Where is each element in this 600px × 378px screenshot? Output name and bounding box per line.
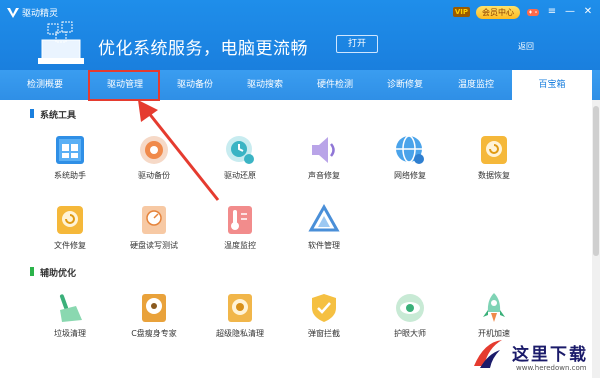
watermark-url: www.heredown.com [516,364,587,372]
tab-driver-backup[interactable]: 驱动备份 [160,70,230,100]
tool-driver-backup[interactable]: 驱动备份 [118,132,190,181]
tool-junk-clean[interactable]: 垃圾清理 [34,290,106,339]
tool-label: 弹窗拦截 [308,329,340,338]
section-marker [30,267,34,276]
section-marker [30,109,34,118]
tool-label: 软件管理 [308,241,340,250]
hero-slogan: 优化系统服务，电脑更流畅 [98,39,308,59]
tool-software-manager[interactable]: 软件管理 [288,202,360,251]
tool-privacy-clean[interactable]: 超级隐私清理 [204,290,276,339]
popup-block-icon [312,294,336,322]
tab-diagnose-repair[interactable]: 诊断修复 [370,70,440,100]
top-right-controls: VIP 会员中心 ≡ — ✕ [452,3,600,21]
tool-data-recovery[interactable]: 数据恢复 [458,132,530,181]
network-repair-icon [396,135,424,164]
vip-badge: VIP [452,7,470,17]
back-link[interactable]: 返回 [518,41,534,52]
tab-overview[interactable]: 检测概要 [0,70,90,100]
minimize-icon[interactable]: — [564,6,576,18]
section-title-system-tools: 系统工具 [40,111,77,121]
broom-icon [59,294,82,322]
member-center-button[interactable]: 会员中心 [476,5,520,19]
app-logo-icon [7,8,19,18]
tool-c-drive-slim[interactable]: C盘瘦身专家 [118,290,190,339]
tool-temperature[interactable]: 温度监控 [204,202,276,251]
tab-temperature[interactable]: 温度监控 [440,70,512,100]
tool-sound-repair[interactable]: 声音修复 [288,132,360,181]
tool-driver-restore[interactable]: 驱动还原 [204,132,276,181]
tool-label: 驱动备份 [138,171,170,180]
c-drive-slim-icon [142,294,166,322]
tool-label: 系统助手 [54,171,86,180]
tool-label: 文件修复 [54,241,86,250]
highlight-box [88,70,160,101]
tool-boot-speedup[interactable]: 开机加速 [458,290,530,339]
disk-test-icon [142,206,166,234]
privacy-clean-icon [228,294,252,322]
software-manager-icon [308,203,340,232]
section-title-aux-optimize: 辅助优化 [40,269,77,279]
sound-repair-icon [312,137,335,163]
scrollbar-thumb[interactable] [593,106,599,256]
close-icon[interactable]: ✕ [582,6,594,18]
driver-restore-icon [226,136,254,164]
title-header: 驱动精灵 VIP 会员中心 ≡ — ✕ 优化系统服务，电脑更流畅 打开 返回 [0,0,600,70]
driver-backup-icon [140,136,168,164]
gamepad-icon[interactable] [526,6,540,18]
tool-label: 垃圾清理 [54,329,86,338]
menu-icon[interactable]: ≡ [546,6,558,18]
tool-file-repair[interactable]: 文件修复 [34,202,106,251]
tab-driver-search[interactable]: 驱动搜索 [230,70,300,100]
app-title: 驱动精灵 [22,9,59,19]
data-recovery-icon [481,136,507,164]
watermark-logo-icon [474,340,502,368]
open-button[interactable]: 打开 [336,35,378,53]
tool-popup-block[interactable]: 弹窗拦截 [288,290,360,339]
box-illustration-icon [38,21,84,64]
tool-label: 声音修复 [308,171,340,180]
tool-label: 温度监控 [224,241,256,250]
tool-system-assistant[interactable]: 系统助手 [34,132,106,181]
tool-label: 数据恢复 [478,171,510,180]
eye-care-icon [396,294,424,322]
tool-eye-care[interactable]: 护眼大师 [374,290,446,339]
system-assistant-icon [56,136,84,164]
temperature-icon [228,206,252,234]
tool-label: 网络修复 [394,171,426,180]
tool-label: 硬盘读写测试 [130,241,178,250]
tab-hardware-detect[interactable]: 硬件检测 [300,70,370,100]
tool-label: 护眼大师 [394,329,426,338]
tool-disk-test[interactable]: 硬盘读写测试 [118,202,190,251]
file-repair-icon [57,206,83,234]
boot-speedup-icon [483,293,505,322]
watermark-text: 这里下载 [512,345,588,365]
tool-network-repair[interactable]: 网络修复 [374,132,446,181]
tool-label: C盘瘦身专家 [131,329,177,338]
tool-label: 超级隐私清理 [216,329,264,338]
tool-label: 驱动还原 [224,171,256,180]
tab-toolbox[interactable]: 百宝箱 [512,70,592,100]
